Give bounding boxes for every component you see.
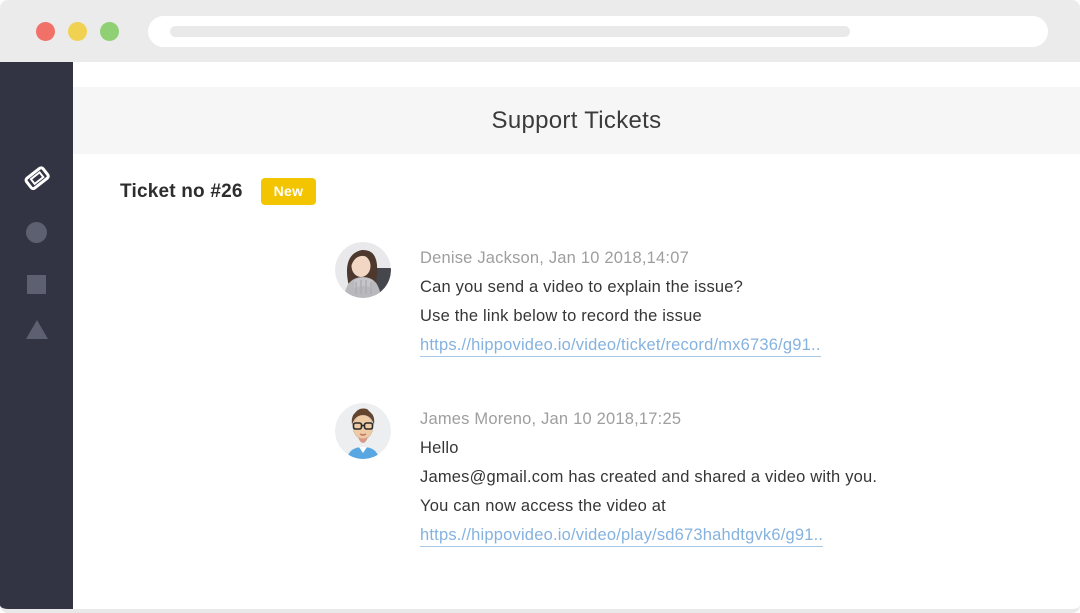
avatar-james: [335, 403, 391, 459]
message-author-meta: Denise Jackson, Jan 10 2018,14:07: [420, 247, 821, 276]
sidebar-item-triangle[interactable]: [0, 309, 73, 349]
ticket-title: Ticket no #26: [120, 181, 243, 203]
message-line: Use the link below to record the issue: [420, 305, 821, 334]
minimize-window-button[interactable]: [68, 22, 87, 41]
page-title: Support Tickets: [492, 107, 662, 135]
new-status-badge: New: [261, 178, 317, 205]
message-line: Can you send a video to explain the issu…: [420, 276, 821, 305]
message-line: Hello: [420, 437, 877, 466]
ticket-row: Ticket no #26 New: [120, 178, 316, 205]
message-body: James Moreno, Jan 10 2018,17:25 Hello Ja…: [420, 403, 877, 547]
address-bar[interactable]: [148, 16, 1048, 47]
sidebar-item-square[interactable]: [0, 264, 73, 304]
play-video-link[interactable]: https.//hippovideo.io/video/play/sd673ha…: [420, 524, 823, 547]
message-line: You can now access the video at: [420, 495, 877, 524]
page-header: Support Tickets: [73, 87, 1080, 154]
maximize-window-button[interactable]: [100, 22, 119, 41]
browser-chrome: [0, 0, 1080, 62]
message-james: James Moreno, Jan 10 2018,17:25 Hello Ja…: [335, 403, 877, 547]
sidebar-item-circle[interactable]: [0, 212, 73, 252]
triangle-icon: [26, 320, 48, 339]
message-author-meta: James Moreno, Jan 10 2018,17:25: [420, 408, 877, 437]
message-line: James@gmail.com has created and shared a…: [420, 466, 877, 495]
address-bar-text-stripe: [170, 26, 850, 37]
message-denise: Denise Jackson, Jan 10 2018,14:07 Can yo…: [335, 242, 821, 357]
record-video-link[interactable]: https.//hippovideo.io/video/ticket/recor…: [420, 334, 821, 357]
circle-icon: [26, 222, 47, 243]
ticket-icon: [22, 163, 52, 198]
avatar-denise: [335, 242, 391, 298]
square-icon: [27, 275, 46, 294]
message-body: Denise Jackson, Jan 10 2018,14:07 Can yo…: [420, 242, 821, 357]
sidebar: [0, 62, 73, 613]
sidebar-item-tickets[interactable]: [0, 160, 73, 200]
browser-window: Support Tickets Ticket no #26 New: [0, 0, 1080, 613]
close-window-button[interactable]: [36, 22, 55, 41]
